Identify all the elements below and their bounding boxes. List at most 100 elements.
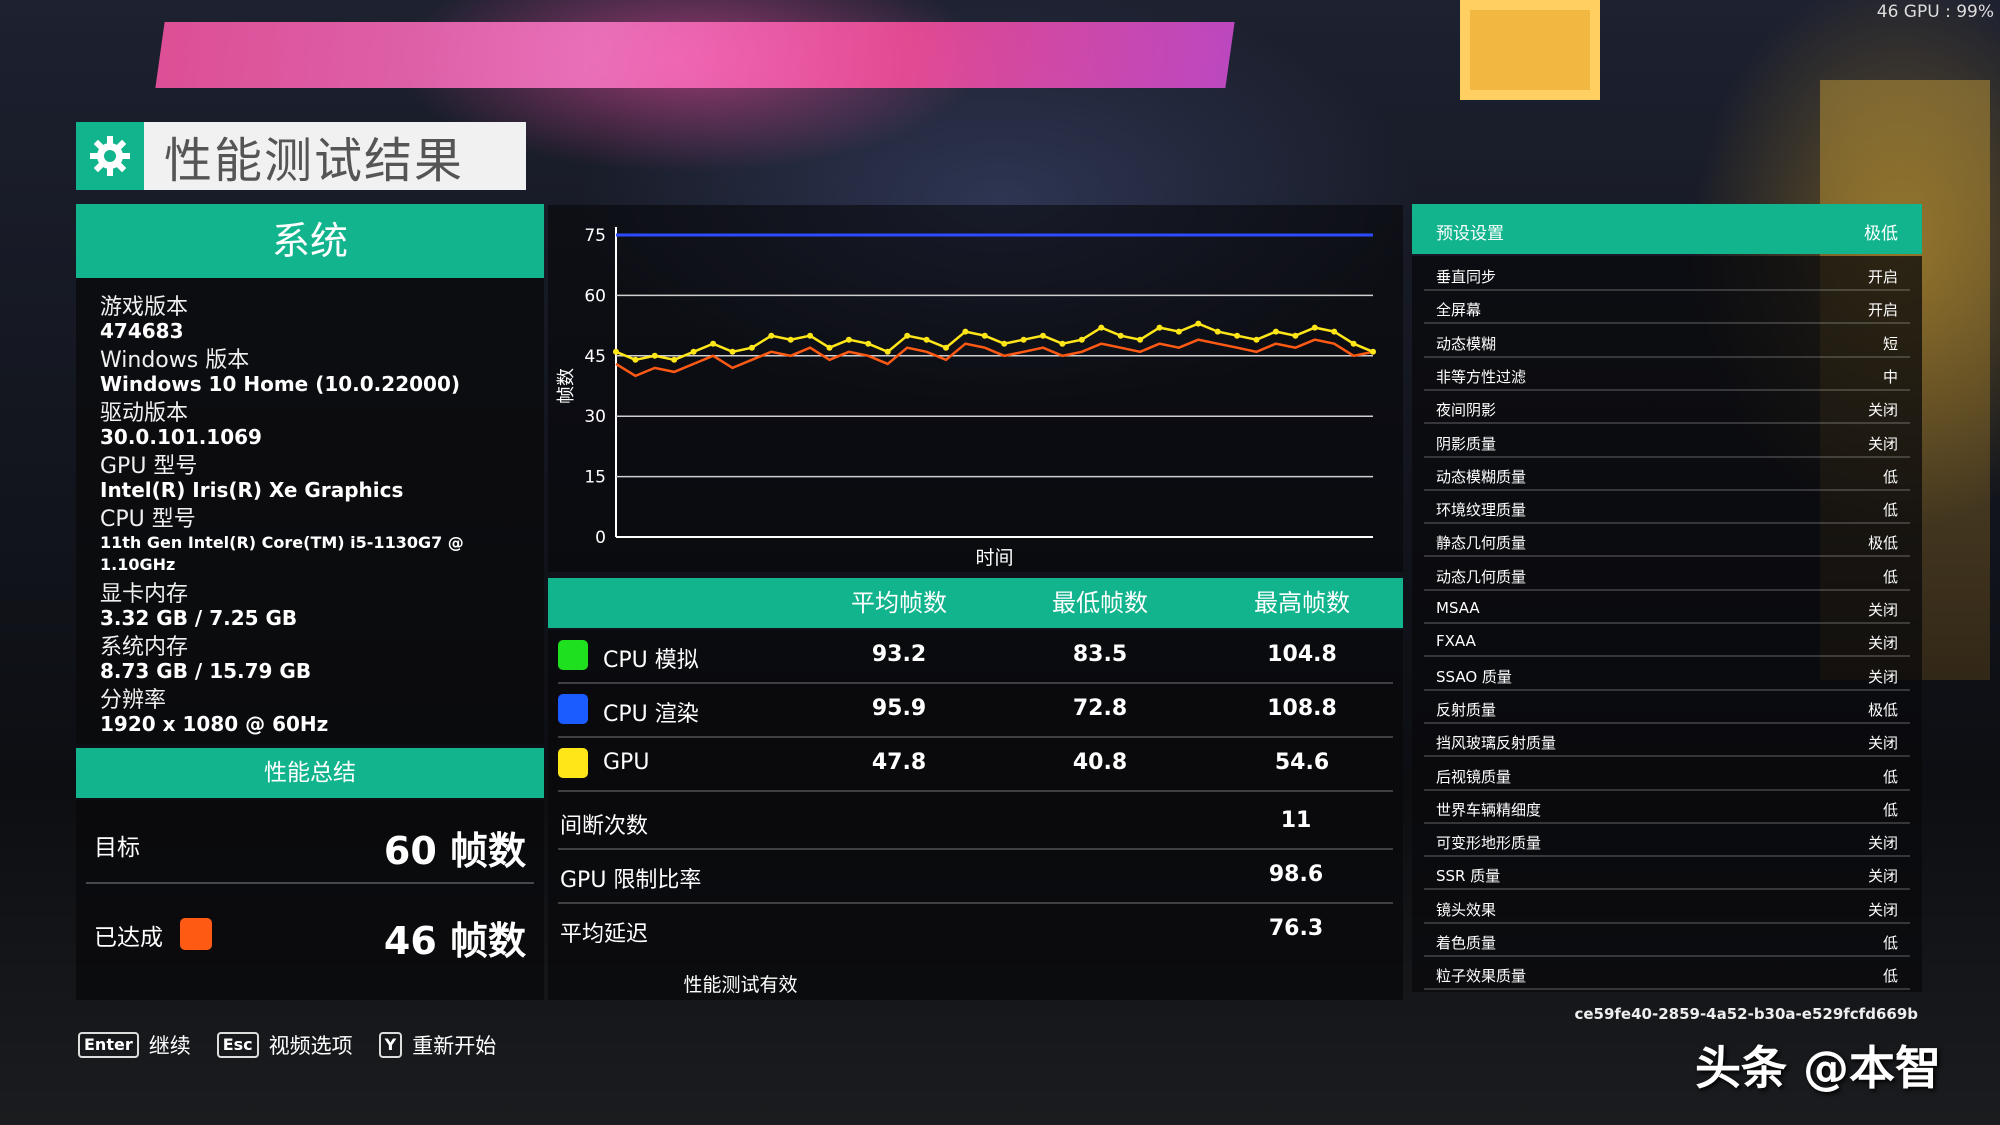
preset-row-label: 着色质量 xyxy=(1436,934,1497,952)
footer-action-2[interactable]: Y 重新开始 xyxy=(378,1030,497,1060)
system-info-label: 驱动版本 xyxy=(100,401,189,426)
data-point xyxy=(1292,332,1299,339)
system-info-item: CPU 型号 11th Gen Intel(R) Core(TM) i5-1130… xyxy=(100,508,544,576)
data-point xyxy=(1078,336,1085,343)
system-info-value: 30.0.101.1069 xyxy=(100,425,262,449)
system-info-item: 驱动版本 30.0.101.1069 xyxy=(100,401,544,449)
system-info-item: Windows 版本 Windows 10 Home (10.0.22000) xyxy=(100,349,544,396)
footer-action-1[interactable]: Esc 视频选项 xyxy=(216,1030,353,1060)
footer-action-label: 重新开始 xyxy=(412,1034,497,1058)
preset-row-value: 低 xyxy=(1882,467,1898,486)
stats-row: GPU 47.8 40.8 54.6 xyxy=(548,738,1403,792)
system-info-label: 系统内存 xyxy=(100,635,189,660)
data-point xyxy=(1156,324,1163,331)
preset-row: 粒子效果质量 低 xyxy=(1418,957,1916,991)
divider xyxy=(86,882,534,884)
divider xyxy=(1424,988,1910,991)
data-point xyxy=(613,348,619,355)
fps-chart: 0 15 30 45 60 75 时间 帧数 xyxy=(548,205,1403,572)
background-sign xyxy=(1460,0,1600,100)
divider xyxy=(558,790,1393,792)
data-point xyxy=(729,348,736,355)
system-info-label: 游戏版本 xyxy=(100,295,189,320)
stats-row-name: GPU xyxy=(603,750,650,775)
preset-row-value: 低 xyxy=(1882,767,1898,786)
preset-value: 极低 xyxy=(1864,224,1898,244)
stats-extra-row: GPU 限制比率 98.6 xyxy=(548,850,1403,904)
preset-row-value: 低 xyxy=(1882,934,1898,952)
benchmark-id: ce59fe40-2859-4a52-b30a-e529fcfd669b xyxy=(1574,1005,1918,1023)
stats-extra-name: 间断次数 xyxy=(560,814,649,839)
stats-row-name: CPU 模拟 xyxy=(603,648,699,673)
stats-row-name: CPU 渲染 xyxy=(603,702,699,727)
preset-row-label: 全屏幕 xyxy=(1436,301,1482,320)
page-title-bar: 性能测试结果 xyxy=(76,122,526,190)
data-point xyxy=(1175,328,1182,335)
target-label: 目标 xyxy=(94,835,140,861)
preset-row-label: SSR 质量 xyxy=(1436,867,1501,886)
y-tick-label: 15 xyxy=(584,468,606,488)
preset-row-value: 极低 xyxy=(1867,534,1898,553)
preset-row: 动态模糊 短 xyxy=(1418,325,1916,358)
y-tick-label: 75 xyxy=(584,226,606,246)
preset-row-value: 短 xyxy=(1882,334,1898,353)
stats-avg: 47.8 xyxy=(871,750,927,775)
preset-row-value: 关闭 xyxy=(1867,434,1898,453)
y-axis-label: 帧数 xyxy=(556,368,577,404)
page-title: 性能测试结果 xyxy=(164,133,465,189)
achieved-value: 46 帧数 xyxy=(383,919,526,963)
preset-row-label: 世界车辆精细度 xyxy=(1436,800,1542,819)
stats-extra-row: 间断次数 11 xyxy=(548,796,1403,850)
y-tick-label: 0 xyxy=(595,528,606,548)
data-point xyxy=(943,344,949,351)
stats-extra-value: 76.3 xyxy=(1268,916,1324,941)
gpu-readout: 46 GPU : 99% xyxy=(1876,2,1994,22)
system-info-list: 游戏版本 474683 Windows 版本 Windows 10 Home (10.… xyxy=(100,296,544,742)
system-info-label: CPU 型号 xyxy=(100,507,196,532)
stats-max: 54.6 xyxy=(1274,750,1330,775)
data-point xyxy=(651,352,658,359)
gear-icon xyxy=(76,122,144,190)
preset-row-value: 关闭 xyxy=(1867,667,1898,686)
preset-row: 全屏幕 开启 xyxy=(1418,291,1916,325)
achieved-row: 已达成 46 帧数 xyxy=(76,890,544,978)
col-min-fps: 最低帧数 xyxy=(1052,589,1148,617)
data-point xyxy=(1331,328,1338,335)
preset-row: 动态几何质量 低 xyxy=(1418,558,1916,591)
system-heading: 系统 xyxy=(76,204,544,278)
achieved-label: 已达成 xyxy=(94,925,163,951)
preset-row: 挡风玻璃反射质量 关闭 xyxy=(1418,724,1916,758)
stats-avg: 95.9 xyxy=(871,696,927,721)
preset-row-label: 夜间阴影 xyxy=(1436,401,1497,420)
preset-row-label: 阴影质量 xyxy=(1436,434,1497,453)
system-info-item: GPU 型号 Intel(R) Iris(R) Xe Graphics xyxy=(100,455,544,502)
preset-row-label: 动态模糊质量 xyxy=(1436,467,1527,486)
data-point xyxy=(981,332,988,339)
y-tick-label: 60 xyxy=(584,286,606,306)
stats-extra-row: 平均延迟 76.3 xyxy=(548,904,1403,958)
preset-row: 反射质量 极低 xyxy=(1418,691,1916,724)
data-point xyxy=(904,332,911,339)
preset-row-label: 动态几何质量 xyxy=(1436,567,1527,586)
preset-row-label: 可变形地形质量 xyxy=(1436,834,1542,853)
system-info-value: Windows 10 Home (10.0.22000) xyxy=(100,372,460,396)
data-point xyxy=(1253,336,1260,343)
benchmark-valid-text: 性能测试有效 xyxy=(683,974,798,996)
stats-row: CPU 渲染 95.9 72.8 108.8 xyxy=(548,684,1403,738)
stats-row: CPU 模拟 93.2 83.5 104.8 xyxy=(548,630,1403,684)
system-info-value: 474683 xyxy=(100,319,184,343)
background-billboard xyxy=(155,22,1235,88)
system-info-item: 显卡内存 3.32 GB / 7.25 GB xyxy=(100,583,544,630)
data-point xyxy=(1098,324,1105,331)
data-point xyxy=(1350,340,1357,347)
preset-row: 后视镜质量 低 xyxy=(1418,758,1916,791)
watermark: 头条 @本智 xyxy=(1695,1041,1942,1095)
key-hint: Esc xyxy=(216,1032,259,1058)
data-point xyxy=(865,340,872,347)
preset-row-label: 后视镜质量 xyxy=(1436,767,1512,786)
stats-extra-name: 平均延迟 xyxy=(560,922,649,947)
footer-action-0[interactable]: Enter 继续 xyxy=(78,1030,191,1060)
data-point xyxy=(845,336,852,343)
preset-row-value: 关闭 xyxy=(1867,734,1898,753)
col-max-fps: 最高帧数 xyxy=(1254,589,1350,617)
